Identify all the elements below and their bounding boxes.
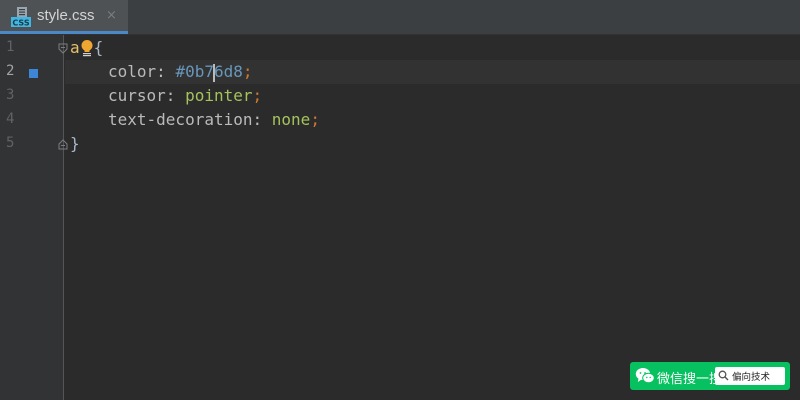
close-brace: }	[70, 134, 80, 153]
line-number: 1	[6, 39, 15, 55]
semicolon: ;	[252, 86, 263, 105]
css-file-icon: CSS	[11, 7, 31, 28]
search-icon	[718, 370, 729, 381]
code-line-5: }	[70, 132, 80, 156]
wechat-logo-icon	[635, 368, 655, 384]
css-property: text-decoration	[108, 110, 253, 129]
code-line-3: cursor: pointer;	[108, 84, 262, 108]
colon: :	[165, 86, 176, 105]
line-number-gutter: 1 2 3 4 5	[0, 35, 68, 400]
open-brace: {	[93, 38, 104, 57]
css-property: cursor	[108, 86, 166, 105]
css-icon-label: CSS	[12, 19, 29, 28]
line-number: 4	[6, 111, 15, 127]
intention-bulb-icon[interactable]	[80, 39, 94, 57]
line-number: 2	[6, 63, 15, 79]
tab-label: style.css	[37, 7, 95, 24]
wechat-search-box: 偏向技术	[715, 367, 785, 385]
line-number: 3	[6, 87, 15, 103]
code-line-2: color: #0b76d8;	[108, 60, 253, 84]
colon: :	[252, 110, 263, 129]
css-value: none	[271, 110, 311, 129]
editor-tab-bar: CSS style.css ×	[0, 0, 800, 35]
active-tab-indicator	[0, 31, 128, 34]
code-line-4: text-decoration: none;	[108, 108, 320, 132]
close-tab-icon[interactable]: ×	[106, 8, 117, 23]
tab-style-css[interactable]: CSS style.css ×	[0, 0, 128, 34]
wechat-search-label: 微信搜一搜	[657, 372, 723, 387]
css-selector: a	[70, 38, 80, 57]
wechat-search-text: 偏向技术	[732, 372, 771, 383]
hex-color-value-rest: 6d8	[213, 62, 243, 81]
modified-line-marker[interactable]	[29, 69, 38, 78]
css-value: pointer	[185, 86, 253, 105]
line-number: 5	[6, 135, 15, 151]
hex-color-value: #0b7	[175, 62, 214, 81]
semicolon: ;	[242, 62, 253, 81]
wechat-search-badge: 微信搜一搜 偏向技术	[630, 362, 790, 390]
code-editor[interactable]: a { color: #0b76d8; cursor: pointer; text…	[65, 35, 800, 400]
colon: :	[156, 62, 166, 81]
css-property: color	[108, 62, 157, 81]
semicolon: ;	[310, 110, 320, 129]
